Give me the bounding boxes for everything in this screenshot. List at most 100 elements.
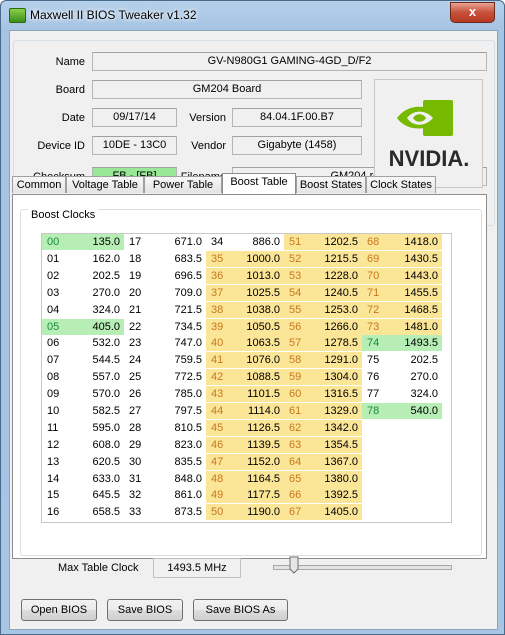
boost-clock-value[interactable]: 1354.5	[314, 437, 362, 453]
boost-clock-value[interactable]: 1443.0	[390, 268, 442, 284]
boost-clock-value[interactable]: 1405.0	[314, 504, 362, 520]
boost-clock-value[interactable]: 835.5	[152, 454, 206, 470]
boost-clock-value[interactable]: 1316.5	[314, 386, 362, 402]
boost-state-index: 29	[129, 439, 142, 451]
boost-clock-value[interactable]: 721.5	[152, 302, 206, 318]
boost-clock-value[interactable]: 734.5	[152, 319, 206, 335]
boost-clock-value[interactable]: 270.0	[390, 369, 442, 385]
boost-clock-value[interactable]: 1468.5	[390, 302, 442, 318]
boost-clock-value[interactable]: 620.5	[74, 454, 124, 470]
boost-state-index: 33	[129, 506, 142, 518]
boost-clock-value[interactable]: 544.5	[74, 352, 124, 368]
boost-clock-value[interactable]: 823.0	[152, 437, 206, 453]
boost-clock-value[interactable]: 797.5	[152, 403, 206, 419]
boost-clock-value[interactable]: 747.0	[152, 335, 206, 351]
boost-clock-value[interactable]: 1253.0	[314, 302, 362, 318]
tab-voltage-table[interactable]: Voltage Table	[66, 176, 144, 193]
max-clock-slider-track[interactable]	[273, 565, 452, 570]
boost-clock-value[interactable]: 1164.5	[234, 471, 284, 487]
boost-clock-value[interactable]: 873.5	[152, 504, 206, 520]
boost-clock-value[interactable]: 1202.5	[314, 234, 362, 250]
boost-clock-value[interactable]: 540.0	[390, 403, 442, 419]
boost-clock-value[interactable]: 1380.0	[314, 471, 362, 487]
boost-clock-value[interactable]: 1228.0	[314, 268, 362, 284]
boost-clock-value[interactable]: 162.0	[74, 251, 124, 267]
boost-clock-value[interactable]: 1190.0	[234, 504, 284, 520]
boost-state-index: 35	[206, 251, 234, 267]
boost-clock-value[interactable]: 135.0	[74, 234, 124, 250]
boost-clock-value[interactable]: 1493.5	[390, 335, 442, 351]
boost-clock-value[interactable]: 658.5	[74, 504, 124, 520]
tab-boost-states[interactable]: Boost States	[296, 176, 366, 193]
boost-clock-value[interactable]: 1342.0	[314, 420, 362, 436]
boost-clock-value[interactable]: 595.0	[74, 420, 124, 436]
boost-clock-value[interactable]: 1025.5	[234, 285, 284, 301]
title-bar[interactable]: Maxwell II BIOS Tweaker v1.32 x	[1, 1, 504, 29]
boost-clock-value[interactable]: 570.0	[74, 386, 124, 402]
boost-clock-value[interactable]: 1050.5	[234, 319, 284, 335]
save-bios-button[interactable]: Save BIOS	[107, 599, 183, 621]
close-button[interactable]: x	[450, 2, 495, 23]
boost-clock-value[interactable]: 1215.5	[314, 251, 362, 267]
boost-clock-value[interactable]: 785.0	[152, 386, 206, 402]
boost-clock-value[interactable]: 1038.0	[234, 302, 284, 318]
save-bios-as-button[interactable]: Save BIOS As	[193, 599, 288, 621]
boost-clock-value[interactable]: 671.0	[152, 234, 206, 250]
boost-clock-value[interactable]: 1278.5	[314, 335, 362, 351]
boost-clock-value[interactable]: 810.5	[152, 420, 206, 436]
boost-clock-value[interactable]: 633.0	[74, 471, 124, 487]
boost-clock-value[interactable]: 1177.5	[234, 487, 284, 503]
boost-clock-value[interactable]: 1266.0	[314, 319, 362, 335]
boost-clock-value[interactable]: 709.0	[152, 285, 206, 301]
tab-clock-states[interactable]: Clock States	[366, 176, 436, 193]
boost-clock-value[interactable]: 1013.0	[234, 268, 284, 284]
boost-clock-value[interactable]: 1392.5	[314, 487, 362, 503]
boost-clock-value[interactable]: 532.0	[74, 335, 124, 351]
boost-clock-value[interactable]: 1329.0	[314, 403, 362, 419]
boost-clock-value[interactable]: 1063.5	[234, 335, 284, 351]
boost-clock-value[interactable]: 848.0	[152, 471, 206, 487]
boost-clock-value[interactable]: 1418.0	[390, 234, 442, 250]
boost-clock-value[interactable]: 202.5	[390, 352, 442, 368]
boost-clock-value[interactable]: 608.0	[74, 437, 124, 453]
tab-common[interactable]: Common	[12, 176, 66, 193]
boost-clock-value[interactable]: 582.5	[74, 403, 124, 419]
boost-clock-value[interactable]: 324.0	[390, 386, 442, 402]
boost-clock-value[interactable]: 557.0	[74, 369, 124, 385]
tab-power-table[interactable]: Power Table	[144, 176, 222, 193]
tab-boost-table[interactable]: Boost Table	[222, 173, 296, 194]
boost-clock-value[interactable]: 696.5	[152, 268, 206, 284]
boost-clock-value[interactable]: 772.5	[152, 369, 206, 385]
boost-clock-value[interactable]: 1076.0	[234, 352, 284, 368]
open-bios-button[interactable]: Open BIOS	[21, 599, 97, 621]
boost-state-index: 24	[129, 354, 142, 366]
boost-clock-value[interactable]: 1126.5	[234, 420, 284, 436]
boost-clock-value[interactable]: 1139.5	[234, 437, 284, 453]
boost-clock-value[interactable]: 1291.0	[314, 352, 362, 368]
boost-clock-value[interactable]: 1455.5	[390, 285, 442, 301]
boost-clock-value[interactable]: 1240.5	[314, 285, 362, 301]
boost-clock-value[interactable]: 324.0	[74, 302, 124, 318]
boost-clock-value[interactable]: 1088.5	[234, 369, 284, 385]
boost-clock-value[interactable]: 1114.0	[234, 403, 284, 419]
boost-clock-value[interactable]: 1430.5	[390, 251, 442, 267]
boost-clock-value[interactable]: 1304.0	[314, 369, 362, 385]
boost-clock-value[interactable]: 202.5	[74, 268, 124, 284]
boost-clock-value[interactable]: 683.5	[152, 251, 206, 267]
boost-clock-value[interactable]: 759.5	[152, 352, 206, 368]
boost-clock-value[interactable]: 886.0	[234, 234, 284, 250]
boost-clock-value[interactable]: 1152.0	[234, 454, 284, 470]
boost-clock-grid[interactable]: 00 135.0 01 162.0 02 202.5 03 270.0 04 324.0 05 405…	[41, 233, 452, 523]
boost-clock-value[interactable]: 1367.0	[314, 454, 362, 470]
boost-state-index: 63	[284, 437, 314, 453]
boost-clock-value[interactable]: 861.0	[152, 487, 206, 503]
boost-clock-value[interactable]: 1101.5	[234, 386, 284, 402]
boost-state-index: 71	[362, 285, 390, 301]
boost-clock-value[interactable]: 1000.0	[234, 251, 284, 267]
boost-clock-value[interactable]: 1481.0	[390, 319, 442, 335]
max-clock-slider-thumb[interactable]	[289, 556, 299, 574]
boost-state-index: 46	[206, 437, 234, 453]
boost-clock-value[interactable]: 645.5	[74, 487, 124, 503]
boost-clock-value[interactable]: 270.0	[74, 285, 124, 301]
boost-clock-value[interactable]: 405.0	[74, 319, 124, 335]
